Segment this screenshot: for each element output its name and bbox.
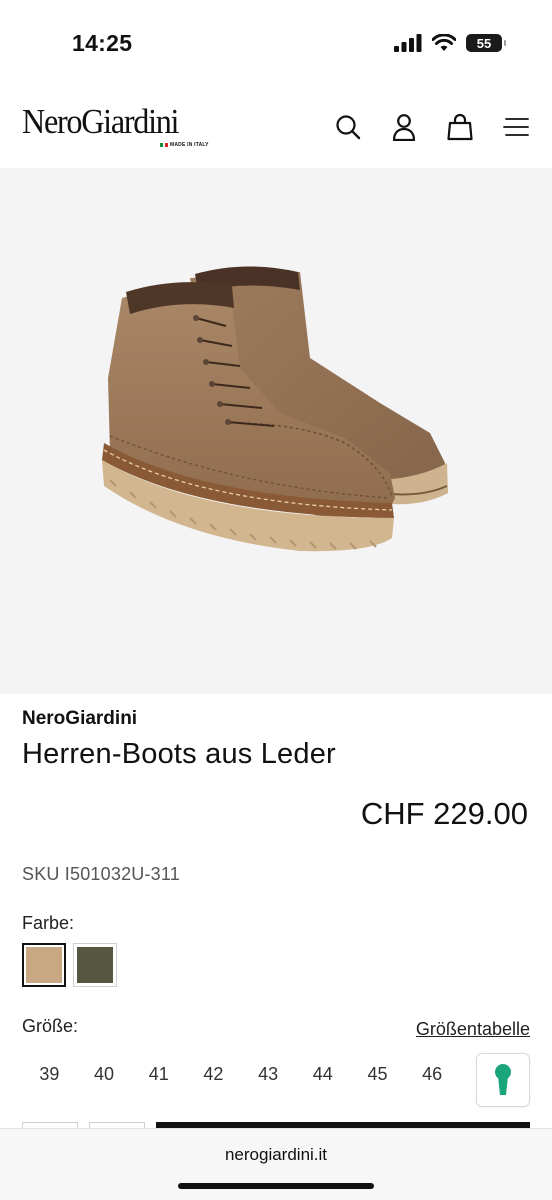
size-option-41[interactable]: 41 — [131, 1056, 186, 1092]
cart-button[interactable] — [446, 112, 474, 142]
battery-icon: 55 — [466, 34, 506, 52]
header-actions — [334, 112, 530, 142]
brand-logo[interactable]: NeroGiardini MADE IN ITALY — [22, 102, 209, 149]
size-label: Größe: — [22, 1016, 79, 1036]
product-sku: SKU I501032U-311 — [22, 864, 180, 884]
search-button[interactable] — [334, 112, 362, 142]
status-indicators: 55 — [394, 34, 506, 52]
status-bar: 14:25 55 — [0, 0, 552, 90]
product-price: CHF 229.00 — [360, 796, 528, 831]
product-title: Herren-Boots aus Leder — [22, 738, 336, 770]
accessibility-widget-button[interactable] — [476, 1053, 530, 1107]
size-chart-link[interactable]: Größentabelle — [416, 1019, 530, 1040]
color-label: Farbe: — [22, 913, 75, 933]
boots-illustration — [102, 266, 448, 552]
account-icon — [392, 114, 416, 141]
home-indicator[interactable] — [178, 1183, 374, 1189]
color-swatch-beige[interactable] — [22, 943, 66, 987]
logo-tagline-text: MADE IN ITALY — [170, 142, 209, 148]
wifi-icon — [432, 34, 456, 51]
swatch-fill — [77, 947, 113, 983]
url-text[interactable]: nerogiardini.it — [0, 1145, 552, 1165]
bag-icon — [447, 113, 473, 141]
size-option-46[interactable]: 46 — [405, 1056, 460, 1092]
product-brand: NeroGiardini — [22, 708, 138, 729]
size-option-45[interactable]: 45 — [350, 1056, 405, 1092]
menu-button[interactable] — [502, 112, 530, 142]
menu-icon — [503, 118, 529, 136]
keyhole-icon — [495, 1064, 511, 1095]
status-time: 14:25 — [72, 30, 133, 56]
logo-tagline: MADE IN ITALY — [160, 142, 209, 148]
color-swatches — [22, 943, 117, 987]
size-option-40[interactable]: 40 — [77, 1056, 132, 1092]
browser-address-bar[interactable]: nerogiardini.it — [0, 1128, 552, 1200]
battery-level: 55 — [476, 35, 492, 51]
search-icon — [336, 115, 361, 140]
size-option-42[interactable]: 42 — [186, 1056, 241, 1092]
size-options: 39 40 41 42 43 44 45 46 — [22, 1056, 460, 1092]
color-swatch-olive[interactable] — [73, 943, 117, 987]
size-option-39[interactable]: 39 — [22, 1056, 77, 1092]
product-image[interactable] — [0, 168, 552, 694]
size-option-43[interactable]: 43 — [241, 1056, 296, 1092]
size-option-44[interactable]: 44 — [295, 1056, 350, 1092]
site-header: NeroGiardini MADE IN ITALY — [0, 90, 552, 168]
italy-flag-icon — [160, 143, 169, 147]
signal-icon — [394, 34, 422, 52]
swatch-fill — [26, 947, 62, 983]
logo-wordmark: NeroGiardini — [22, 102, 180, 141]
account-button[interactable] — [390, 112, 418, 142]
